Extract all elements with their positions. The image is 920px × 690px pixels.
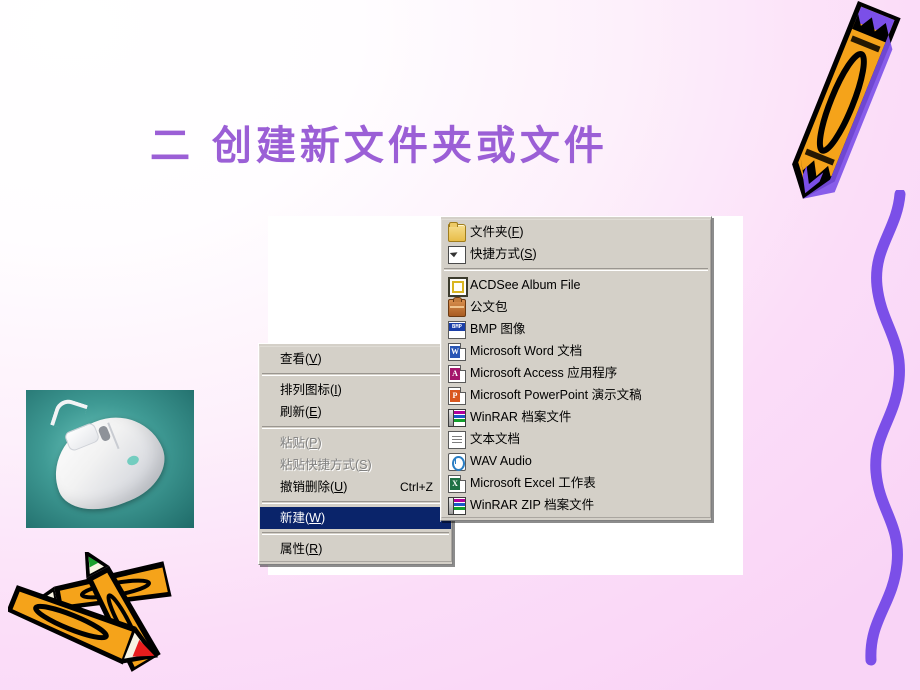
menu-item-label: 新建(W): [280, 511, 326, 525]
submenu-item-label: Microsoft PowerPoint 演示文稿: [470, 388, 642, 402]
menu-item-label: 撤销删除(U): [280, 480, 348, 494]
menu-item-accelerator: Ctrl+Z: [400, 480, 433, 494]
submenu-item-wav-audio[interactable]: WAV Audio: [442, 450, 710, 472]
submenu-item-excel-worksheet[interactable]: X Microsoft Excel 工作表: [442, 472, 710, 494]
submenu-item-powerpoint-presentation[interactable]: P Microsoft PowerPoint 演示文稿: [442, 384, 710, 406]
submenu-item-word-document[interactable]: W Microsoft Word 文档: [442, 340, 710, 362]
submenu-item-winrar-archive[interactable]: WinRAR 档案文件: [442, 406, 710, 428]
submenu-item-label: ACDSee Album File: [470, 278, 581, 292]
folder-icon: [448, 222, 466, 242]
slide-canvas: 二 创建新文件夹或文件 查看(V) 排列图标(I) 刷新(E) 粘贴(P) 粘贴…: [0, 0, 920, 690]
submenu-item-text-document[interactable]: 文本文档: [442, 428, 710, 450]
menu-item-paste: 粘贴(P): [260, 432, 451, 454]
menu-separator: [262, 426, 449, 429]
excel-worksheet-icon: X: [448, 475, 466, 493]
access-database-icon: A: [448, 365, 466, 383]
submenu-item-access-application[interactable]: A Microsoft Access 应用程序: [442, 362, 710, 384]
submenu-item-label: WinRAR 档案文件: [470, 410, 572, 424]
computer-mouse-image: [26, 390, 194, 528]
winrar-zip-icon: [448, 497, 466, 515]
winrar-archive-icon: [448, 409, 466, 427]
submenu-item-label: 快捷方式(S): [470, 247, 537, 261]
new-item-submenu[interactable]: 文件夹(F) 快捷方式(S) ACDSee Album File 公文包 BMP…: [440, 216, 712, 521]
menu-item-view[interactable]: 查看(V): [260, 348, 451, 370]
page-title: 二 创建新文件夹或文件: [150, 122, 608, 169]
text-document-icon: [448, 431, 466, 449]
bmp-image-icon: [448, 321, 466, 339]
menu-item-undo-delete[interactable]: 撤销删除(U) Ctrl+Z: [260, 476, 451, 498]
briefcase-icon: [448, 297, 466, 317]
menu-item-label: 属性(R): [280, 542, 323, 556]
submenu-separator: [444, 268, 708, 271]
submenu-item-winrar-zip-archive[interactable]: WinRAR ZIP 档案文件: [442, 494, 710, 516]
wav-audio-icon: [448, 453, 466, 471]
menu-item-paste-shortcut: 粘贴快捷方式(S): [260, 454, 451, 476]
submenu-item-shortcut[interactable]: 快捷方式(S): [442, 243, 710, 265]
menu-item-label: 粘贴(P): [280, 436, 322, 450]
shortcut-icon: [448, 246, 466, 264]
desktop-context-menu[interactable]: 查看(V) 排列图标(I) 刷新(E) 粘贴(P) 粘贴快捷方式(S) 撤销删除…: [258, 343, 453, 565]
menu-separator: [262, 373, 449, 376]
submenu-item-label: 公文包: [470, 300, 508, 314]
menu-item-label: 刷新(E): [280, 405, 322, 419]
menu-separator: [262, 501, 449, 504]
submenu-item-label: WinRAR ZIP 档案文件: [470, 498, 595, 512]
submenu-item-acdsee-album-file[interactable]: ACDSee Album File: [442, 274, 710, 297]
submenu-item-bmp-image[interactable]: BMP 图像: [442, 318, 710, 340]
submenu-item-folder[interactable]: 文件夹(F): [442, 221, 710, 243]
submenu-item-label: WAV Audio: [470, 454, 532, 468]
submenu-item-briefcase[interactable]: 公文包: [442, 296, 710, 318]
menu-item-label: 粘贴快捷方式(S): [280, 458, 372, 472]
submenu-item-label: 文本文档: [470, 432, 521, 446]
word-document-icon: W: [448, 343, 466, 361]
submenu-item-label: Microsoft Excel 工作表: [470, 476, 596, 490]
menu-item-arrange-icons[interactable]: 排列图标(I): [260, 379, 451, 401]
purple-squiggle-clipart: [865, 190, 906, 666]
submenu-item-label: Microsoft Word 文档: [470, 344, 583, 358]
new-submenu-inner: 文件夹(F) 快捷方式(S) ACDSee Album File 公文包 BMP…: [441, 219, 711, 518]
menu-item-properties[interactable]: 属性(R): [260, 538, 451, 560]
pencils-bottom-left-clipart: [8, 552, 172, 672]
menu-item-refresh[interactable]: 刷新(E): [260, 401, 451, 423]
acdsee-icon: [448, 277, 468, 297]
submenu-item-label: 文件夹(F): [470, 225, 524, 239]
powerpoint-icon: P: [448, 387, 466, 405]
pencil-top-right-clipart: [792, 1, 901, 199]
submenu-item-label: Microsoft Access 应用程序: [470, 366, 618, 380]
submenu-item-label: BMP 图像: [470, 322, 526, 336]
menu-item-label: 排列图标(I): [280, 383, 342, 397]
menu-separator: [262, 532, 449, 535]
context-menu-inner: 查看(V) 排列图标(I) 刷新(E) 粘贴(P) 粘贴快捷方式(S) 撤销删除…: [259, 346, 452, 562]
menu-item-new[interactable]: 新建(W): [260, 507, 451, 529]
menu-item-label: 查看(V): [280, 352, 322, 366]
